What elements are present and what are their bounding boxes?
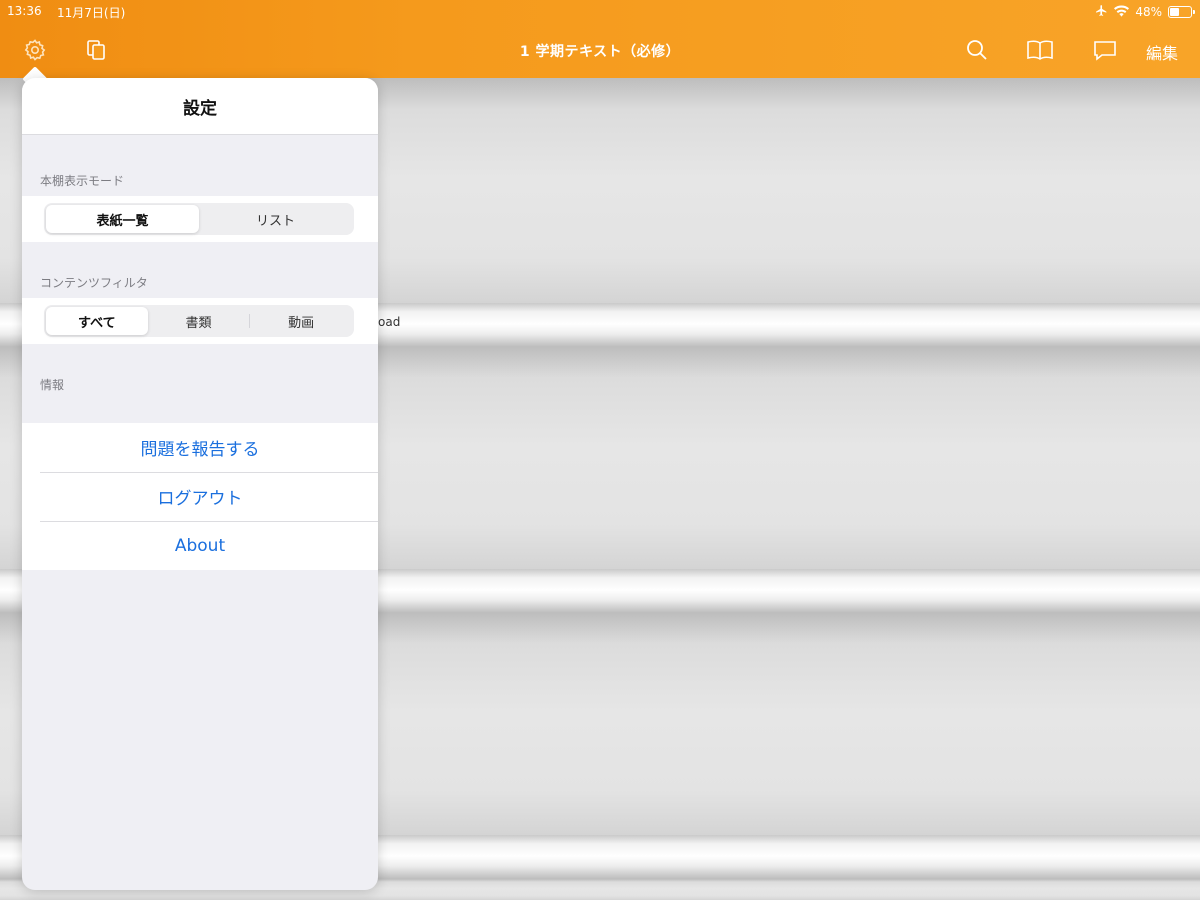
status-indicators: 48%: [1095, 3, 1195, 21]
search-icon[interactable]: [963, 36, 991, 64]
shelf-item-label: oad: [378, 315, 401, 329]
comment-icon[interactable]: [1091, 36, 1119, 64]
page-title: 1 学期テキスト（必修）: [519, 44, 681, 60]
report-problem-button[interactable]: 問題を報告する: [22, 423, 378, 472]
segment-all[interactable]: すべて: [46, 307, 148, 335]
segment-documents[interactable]: 書類: [148, 307, 250, 335]
edit-button[interactable]: 編集: [1146, 40, 1178, 64]
about-button[interactable]: About: [22, 521, 378, 570]
segment-videos[interactable]: 動画: [250, 307, 352, 335]
segment-cover-list[interactable]: 表紙一覧: [46, 205, 199, 233]
content-filter-segmented: すべて 書類 動画: [44, 305, 354, 337]
logout-button[interactable]: ログアウト: [22, 472, 378, 521]
airplane-icon: [1095, 4, 1108, 20]
display-mode-segmented: 表紙一覧 リスト: [44, 203, 354, 235]
status-time: 13:36: [7, 4, 42, 18]
display-mode-label: 本棚表示モード: [40, 174, 125, 188]
battery-percent: 48%: [1135, 5, 1162, 19]
battery-fill: [1170, 8, 1180, 16]
battery-icon: [1168, 6, 1195, 18]
wifi-icon: [1114, 5, 1130, 20]
status-date: 11月7日(日): [57, 6, 126, 20]
top-bar: 13:36 11月7日(日) 48% 1 学期テキスト（必修） 編集: [0, 0, 1200, 78]
info-label: 情報: [40, 378, 65, 392]
settings-popover: 設定 本棚表示モード 表紙一覧 リスト コンテンツフィルタ すべて 書類 動画 …: [22, 78, 378, 890]
content-filter-label: コンテンツフィルタ: [40, 276, 148, 290]
content-filter-section: すべて 書類 動画: [22, 298, 378, 344]
display-mode-section: 表紙一覧 リスト: [22, 196, 378, 242]
popover-title: 設定: [22, 78, 378, 135]
info-actions: 問題を報告する ログアウト About: [22, 423, 378, 570]
segment-list[interactable]: リスト: [199, 205, 352, 233]
book-icon[interactable]: [1026, 36, 1054, 64]
